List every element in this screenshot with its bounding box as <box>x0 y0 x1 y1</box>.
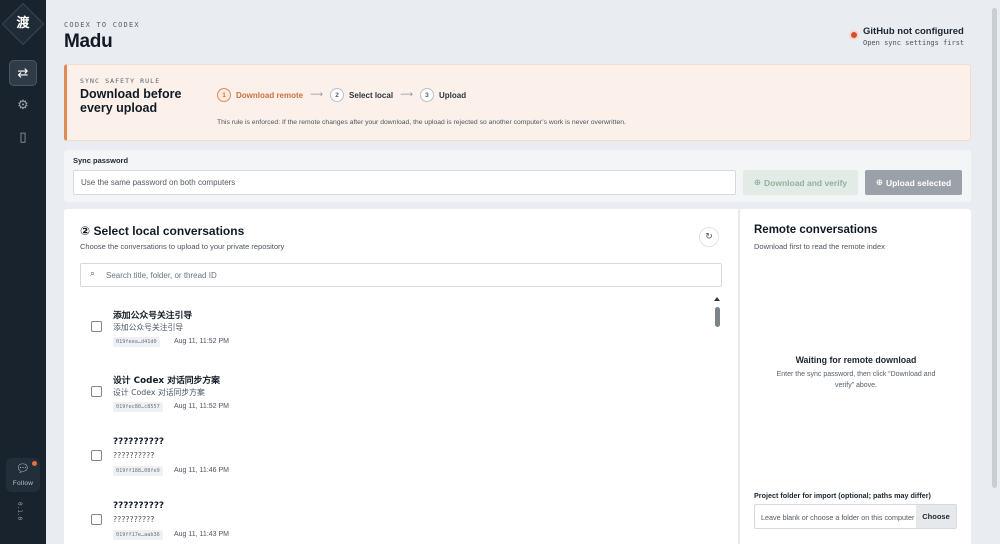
search-placeholder: Search title, folder, or thread ID <box>106 271 217 280</box>
refresh-button[interactable]: ↻ <box>699 227 719 247</box>
settings-nav-button[interactable]: ⚙ <box>9 92 37 118</box>
step-download-remote: 1 Download remote <box>217 88 303 102</box>
conversation-search-input[interactable]: ⌕ Search title, folder, or thread ID <box>80 263 722 287</box>
conversation-subtitle: 设计 Codex 对话同步方案 <box>113 388 205 397</box>
docs-nav-button[interactable]: ▯ <box>9 124 37 150</box>
rule-title: Download before every upload <box>80 87 182 115</box>
book-icon: ▯ <box>19 129 27 145</box>
conversation-title: 设计 Codex 对话同步方案 <box>113 376 220 386</box>
github-status-subtitle: Open sync settings first <box>863 39 965 47</box>
conversation-checkbox[interactable] <box>91 321 102 332</box>
local-title-text: Select local conversations <box>93 224 245 238</box>
sync-nav-button[interactable]: ⇄ <box>9 60 37 86</box>
github-status-title[interactable]: GitHub not configured <box>863 26 964 37</box>
conversation-title: ?????????? <box>113 437 165 447</box>
conversation-checkbox[interactable] <box>91 514 102 525</box>
arrow-right-icon: ⟶ <box>310 90 324 100</box>
status-dot-icon <box>851 32 857 38</box>
conversation-checkbox[interactable] <box>91 386 102 397</box>
project-folder-label: Project folder for import (optional; pat… <box>754 491 931 500</box>
conversation-row[interactable]: 设计 Codex 对话同步方案 设计 Codex 对话同步方案 019fec80… <box>91 373 691 431</box>
conversation-time: Aug 11, 11:46 PM <box>174 467 229 474</box>
list-scrollbar-thumb[interactable] <box>715 307 720 327</box>
upload-selected-button[interactable]: ⊕ Upload selected <box>865 170 962 195</box>
step-two-icon: ② <box>80 224 91 238</box>
conversation-row[interactable]: ?????????? ?????????? 019ff17e…aab36 Aug… <box>91 501 691 544</box>
sync-password-input[interactable]: Use the same password on both computers <box>73 170 736 195</box>
waiting-title: Waiting for remote download <box>795 355 917 365</box>
rule-note: This rule is enforced: If the remote cha… <box>217 119 626 126</box>
conversation-row[interactable]: 添加公众号关注引导 添加公众号关注引导 019feea…d41d0 Aug 11… <box>91 308 691 366</box>
remote-panel-title: Remote conversations <box>754 224 878 236</box>
rule-steps: 1 Download remote ⟶ 2 Select local ⟶ 3 U… <box>217 88 466 102</box>
gear-icon: ⚙ <box>17 97 29 113</box>
local-panel-subtitle: Choose the conversations to upload to yo… <box>80 242 285 251</box>
step-label: Upload <box>438 90 467 100</box>
waiting-text: Enter the sync password, then click “Dow… <box>776 371 936 389</box>
app-logo-glyph: 渡 <box>16 16 30 31</box>
follow-label: Follow <box>12 480 34 487</box>
local-panel-title: ② Select local conversations <box>80 224 244 238</box>
rule-eyebrow: SYNC SAFETY RULE <box>80 77 161 85</box>
conversation-title: 添加公众号关注引导 <box>113 311 193 321</box>
conversation-subtitle: ?????????? <box>113 451 155 460</box>
remote-conversations-panel: Remote conversations Download first to r… <box>739 209 971 544</box>
follow-button[interactable]: 💬︎ Follow <box>6 458 40 492</box>
download-icon: ⊕ <box>753 177 761 187</box>
upload-selected-label: Upload selected <box>885 177 952 188</box>
left-rail: 渡 ⇄ ⚙ ▯ 💬︎ Follow 0.1.0 <box>0 0 46 544</box>
step-number: 3 <box>419 88 434 102</box>
upload-icon: ⊕ <box>875 177 883 187</box>
thread-id-badge: 019feea…d41d0 <box>113 337 160 347</box>
step-select-local: 2 Select local <box>330 88 393 102</box>
conversation-title: ?????????? <box>113 501 165 511</box>
step-label: Download remote <box>236 90 304 100</box>
project-folder-input[interactable]: Leave blank or choose a folder on this c… <box>754 504 957 529</box>
sync-arrows-icon: ⇄ <box>17 65 29 81</box>
step-number: 1 <box>217 88 231 102</box>
conversation-checkbox[interactable] <box>91 450 102 461</box>
local-conversations-panel: ② Select local conversations Choose the … <box>64 209 738 544</box>
version-label: 0.1.0 <box>16 502 23 521</box>
thread-id-badge: 019ff17e…aab36 <box>113 530 163 540</box>
download-verify-label: Download and verify <box>764 177 848 188</box>
thread-id-badge: 019fec80…c8557 <box>113 402 163 412</box>
conversation-time: Aug 11, 11:52 PM <box>174 338 229 345</box>
sync-password-label: Sync password <box>73 156 129 165</box>
search-icon: ⌕ <box>90 269 96 279</box>
conversation-time: Aug 11, 11:43 PM <box>174 531 229 538</box>
conversation-time: Aug 11, 11:52 PM <box>174 403 229 410</box>
conversation-row[interactable]: ?????????? ?????????? 019ff188…08fe9 Aug… <box>91 437 691 495</box>
arrow-right-icon: ⟶ <box>400 90 413 100</box>
sync-safety-rule-card: SYNC SAFETY RULE Download before every u… <box>64 64 971 141</box>
app-eyebrow: CODEX TO CODEX <box>64 21 140 29</box>
scroll-up-arrow-icon[interactable] <box>714 297 720 301</box>
step-upload: 3 Upload <box>419 88 467 102</box>
project-folder-placeholder: Leave blank or choose a folder on this c… <box>761 513 915 522</box>
step-label: Select local <box>349 90 394 100</box>
step-number: 2 <box>330 88 345 102</box>
refresh-icon: ↻ <box>705 232 713 242</box>
window-scrollbar[interactable] <box>992 8 997 488</box>
conversation-subtitle: ?????????? <box>113 515 155 524</box>
choose-folder-button[interactable]: Choose <box>916 505 956 528</box>
remote-panel-subtitle: Download first to read the remote index <box>754 242 885 251</box>
sync-password-card: Sync password Use the same password on b… <box>64 150 971 202</box>
conversation-subtitle: 添加公众号关注引导 <box>113 323 184 332</box>
download-verify-button[interactable]: ⊕ Download and verify <box>743 170 858 195</box>
page-title: Madu <box>64 31 113 52</box>
notification-dot <box>32 461 37 466</box>
thread-id-badge: 019ff188…08fe9 <box>113 466 163 476</box>
